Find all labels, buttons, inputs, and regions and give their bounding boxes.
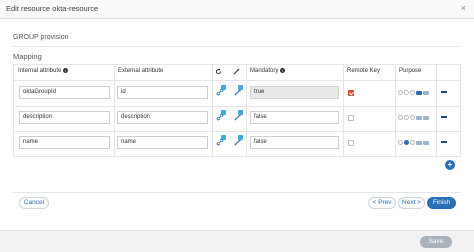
mandatory-input[interactable]: false <box>250 111 339 124</box>
remove-row-icon[interactable] <box>441 141 447 143</box>
prev-button[interactable]: < Prev <box>368 197 396 209</box>
col-remote-key: Remote Key <box>347 68 381 74</box>
divider <box>13 192 461 193</box>
wand-icon[interactable] <box>233 68 240 75</box>
remote-key-checkbox[interactable] <box>348 90 354 96</box>
remove-row-icon[interactable] <box>441 116 447 118</box>
badge <box>221 110 226 115</box>
col-internal-attribute: Internal attribute i <box>18 68 69 75</box>
info-icon[interactable]: i <box>63 68 69 73</box>
col-internal-label: Internal attribute <box>18 68 62 75</box>
external-attribute-input[interactable]: name <box>117 136 208 149</box>
purpose-option-icon[interactable] <box>398 90 403 95</box>
divider <box>246 64 247 157</box>
purpose-option-icon[interactable] <box>398 115 403 120</box>
purpose-selector[interactable] <box>398 140 429 145</box>
purpose-option-icon[interactable] <box>404 140 409 145</box>
badge <box>238 110 243 115</box>
purpose-option-icon[interactable] <box>423 90 429 95</box>
divider <box>343 64 344 157</box>
purpose-option-icon[interactable] <box>423 140 429 145</box>
external-attribute-input[interactable]: description <box>117 111 208 124</box>
divider <box>436 64 437 157</box>
purpose-option-icon[interactable] <box>398 140 403 145</box>
badge <box>238 85 243 90</box>
mandatory-input[interactable]: false <box>250 136 339 149</box>
edit-resource-modal: Edit resource okta-resource × GROUP prov… <box>0 0 474 252</box>
col-mandatory: Mandatory i <box>250 68 286 75</box>
add-mapping-button[interactable]: + <box>445 160 455 170</box>
next-button[interactable]: Next > <box>398 197 425 209</box>
purpose-option-icon[interactable] <box>410 90 415 95</box>
divider <box>13 106 461 107</box>
divider <box>13 46 461 47</box>
remote-key-checkbox[interactable] <box>348 115 354 121</box>
section-title: GROUP provision <box>13 34 69 41</box>
external-attribute-input[interactable]: id <box>117 86 208 99</box>
purpose-option-icon[interactable] <box>416 140 422 145</box>
info-icon[interactable]: i <box>280 68 286 73</box>
divider <box>114 64 115 157</box>
col-external-attribute: External attribute <box>118 68 164 74</box>
divider <box>13 131 461 132</box>
cancel-button[interactable]: Cancel <box>19 197 49 209</box>
divider <box>212 64 213 157</box>
col-mandatory-label: Mandatory <box>250 68 279 75</box>
purpose-selector[interactable] <box>398 115 429 120</box>
close-icon[interactable]: × <box>461 3 466 13</box>
purpose-selector[interactable] <box>398 90 429 95</box>
mandatory-input[interactable]: true <box>250 86 339 99</box>
internal-attribute-input[interactable]: name <box>19 136 110 149</box>
purpose-option-icon[interactable] <box>410 140 415 145</box>
purpose-option-icon[interactable] <box>404 90 409 95</box>
finish-button[interactable]: Finish <box>427 197 456 209</box>
purpose-option-icon[interactable] <box>416 115 422 120</box>
modal-title: Edit resource okta-resource <box>6 4 99 13</box>
badge <box>238 135 243 140</box>
save-button[interactable]: Save <box>420 236 452 248</box>
purpose-option-icon[interactable] <box>416 90 422 95</box>
modal-header: Edit resource okta-resource × <box>0 0 474 19</box>
purpose-option-icon[interactable] <box>404 115 409 120</box>
badge <box>221 135 226 140</box>
internal-attribute-input[interactable]: oktaGroupId <box>19 86 110 99</box>
purpose-option-icon[interactable] <box>410 115 415 120</box>
col-purpose: Purpose <box>399 68 422 74</box>
remote-key-checkbox[interactable] <box>348 140 354 146</box>
divider <box>395 64 396 157</box>
refresh-icon[interactable] <box>215 68 222 75</box>
purpose-option-icon[interactable] <box>423 115 429 120</box>
divider <box>13 80 461 81</box>
mapping-title: Mapping <box>13 52 42 61</box>
remove-row-icon[interactable] <box>441 91 447 93</box>
internal-attribute-input[interactable]: description <box>19 111 110 124</box>
badge <box>221 85 226 90</box>
bottom-bar: Save <box>0 230 474 252</box>
